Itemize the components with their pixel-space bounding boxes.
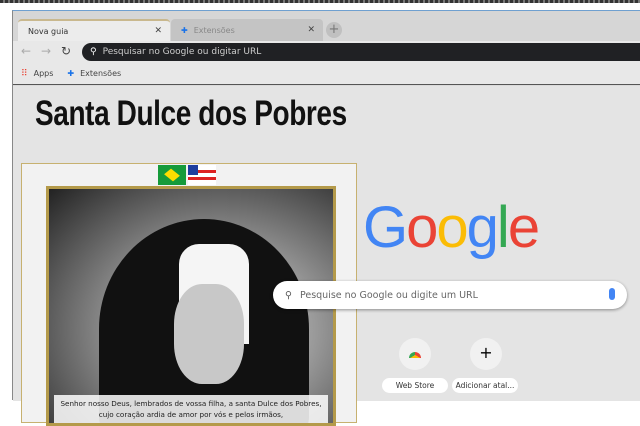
microphone-icon[interactable]	[609, 288, 615, 300]
close-icon[interactable]: ✕	[307, 25, 315, 35]
shortcut-web-store[interactable]	[399, 338, 431, 370]
back-icon[interactable]: ←	[21, 44, 31, 58]
tab-label: Extensões	[193, 25, 235, 35]
toolbar: ← → ↻ ⚲ Pesquisar no Google ou digitar UR…	[13, 41, 640, 63]
brazil-flag-icon	[158, 165, 186, 185]
shortcut-label[interactable]: Adicionar atal...	[452, 378, 518, 393]
chrome-web-store-icon	[409, 352, 421, 358]
new-tab-button[interactable]: +	[326, 22, 342, 38]
address-bar[interactable]: ⚲ Pesquisar no Google ou digitar URL	[82, 43, 640, 61]
search-placeholder: Pesquise no Google ou digite um URL	[299, 289, 478, 301]
bahia-flag-icon	[188, 165, 216, 185]
tab-label: Nova guia	[28, 26, 69, 36]
shortcut-label[interactable]: Web Store	[382, 378, 448, 393]
google-search-input[interactable]: ⚲ Pesquise no Google ou digite um URL	[273, 281, 627, 309]
prayer-line: cujo coração ardia de amor por vós e pel…	[98, 410, 284, 419]
bookmark-apps[interactable]: Apps	[34, 69, 54, 78]
puzzle-icon: ✚	[181, 25, 188, 35]
new-tab-page: Santa Dulce dos Pobres Senhor nosso Deus…	[13, 86, 640, 426]
puzzle-icon: ✚	[67, 69, 75, 78]
tab-extensoes[interactable]: ✚ Extensões ✕	[171, 19, 323, 41]
search-icon: ⚲	[90, 47, 97, 57]
add-shortcut-button[interactable]: +	[470, 338, 502, 370]
bookmarks-bar: ⠿ Apps ✚ Extensões	[13, 63, 640, 85]
page-title: Santa Dulce dos Pobres	[35, 94, 347, 133]
bookmark-extensoes[interactable]: Extensões	[80, 69, 121, 78]
address-placeholder: Pesquisar no Google ou digitar URL	[102, 47, 262, 57]
google-logo: Google	[363, 195, 540, 260]
tab-strip: Nova guia ✕ ✚ Extensões ✕ +	[13, 11, 640, 41]
tab-nova-guia[interactable]: Nova guia ✕	[18, 19, 170, 41]
close-icon[interactable]: ✕	[154, 26, 162, 36]
prayer-text: Senhor nosso Deus, lembrados de vossa fi…	[54, 395, 328, 423]
screen-border	[0, 0, 640, 3]
reload-icon[interactable]: ↻	[61, 44, 71, 58]
apps-grid-icon: ⠿	[21, 68, 28, 79]
search-icon: ⚲	[285, 289, 292, 301]
browser-window: Nova guia ✕ ✚ Extensões ✕ + ← → ↻ ⚲ Pesquisa…	[12, 10, 640, 426]
forward-icon[interactable]: →	[41, 44, 51, 58]
